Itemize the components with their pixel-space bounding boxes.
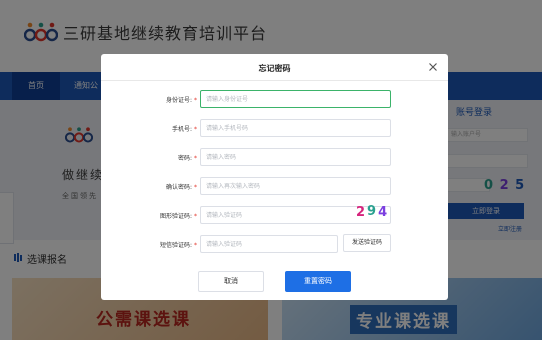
dialog-footer: 取消 重置密码	[101, 261, 448, 300]
send-code-button[interactable]: 发送验证码	[343, 234, 391, 252]
captcha-image[interactable]: 294	[356, 204, 389, 220]
sms-code-input[interactable]	[200, 235, 338, 253]
phone-input[interactable]	[200, 119, 391, 137]
password-label: 密码: *	[178, 155, 197, 162]
image-captcha-label: 图形验证码: *	[160, 213, 197, 220]
password-input[interactable]	[200, 148, 391, 166]
forgot-password-dialog: 忘记密码 身份证号: * 手机号: * 密码: * 确认密码: * 图形验证码:…	[101, 54, 448, 300]
confirm-password-label: 确认密码: *	[166, 184, 197, 191]
confirm-password-input[interactable]	[200, 177, 391, 195]
dialog-header: 忘记密码	[101, 54, 448, 81]
id-number-label: 身份证号: *	[166, 97, 197, 104]
phone-label: 手机号: *	[172, 126, 197, 133]
id-number-input[interactable]	[200, 90, 391, 108]
sms-code-label: 短信验证码: *	[160, 242, 197, 249]
close-button[interactable]	[427, 61, 439, 73]
dialog-title: 忘记密码	[258, 64, 291, 73]
close-icon	[429, 63, 437, 71]
cancel-button[interactable]: 取消	[198, 271, 264, 292]
reset-password-button[interactable]: 重置密码	[285, 271, 351, 292]
